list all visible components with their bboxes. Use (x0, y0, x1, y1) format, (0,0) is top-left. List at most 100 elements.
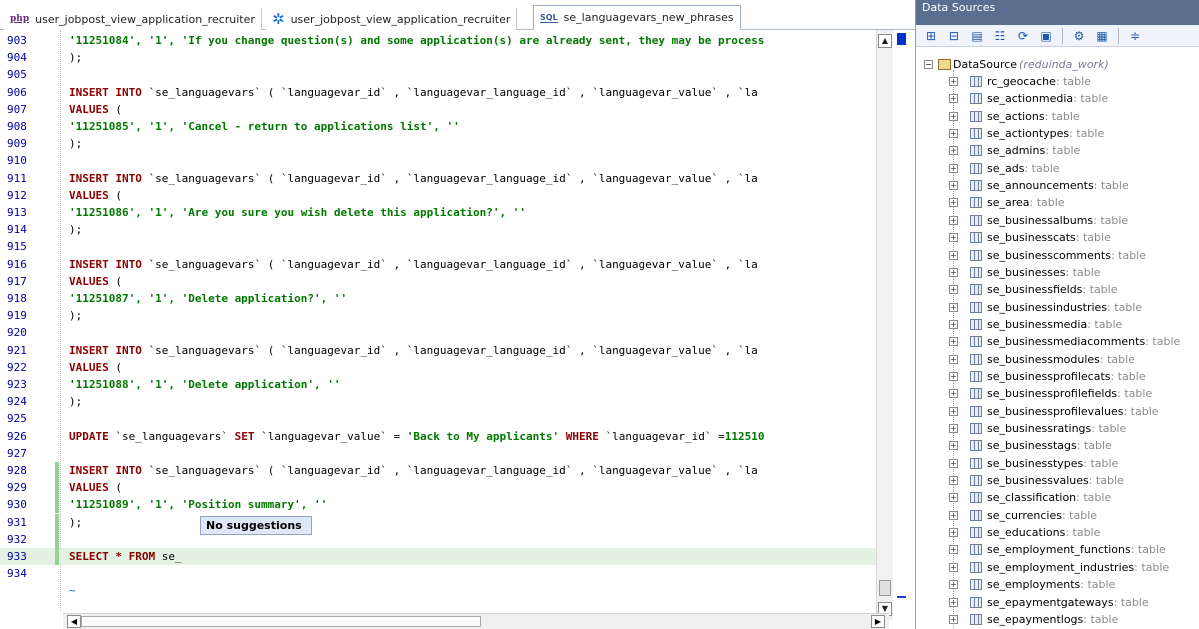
code-line[interactable]: 931); (0, 513, 880, 531)
expand-icon[interactable]: + (949, 250, 958, 260)
tree-item-table[interactable]: + se_currencies: table (949, 507, 1097, 524)
expand-icon[interactable]: + (949, 493, 958, 503)
code-line[interactable]: 916 INSERT INTO `se_languagevars` ( `lang… (0, 256, 880, 273)
expand-icon[interactable]: + (949, 302, 958, 312)
tree-item-table[interactable]: + se_businessvalues: table (949, 472, 1124, 489)
tree-item-table[interactable]: + se_businesstags: table (949, 437, 1112, 454)
code-line[interactable]: 905 (0, 66, 880, 83)
code-line[interactable]: 926 UPDATE `se_languagevars` SET `languag… (0, 428, 880, 445)
tree-item-table[interactable]: + se_epaymentlogs: table (949, 611, 1118, 628)
expand-icon[interactable]: + (949, 215, 958, 225)
code-line[interactable]: 903 '11251084', '1', 'If you change quest… (0, 32, 880, 49)
tree-icon[interactable]: ☷ (991, 27, 1009, 45)
tree-item-table[interactable]: + se_businessfields: table (949, 281, 1117, 298)
tree-item-table[interactable]: + se_businessmedia: table (949, 316, 1122, 333)
tree-item-table[interactable]: + se_businesscats: table (949, 229, 1111, 246)
tree-item-table[interactable]: + se_businesstypes: table (949, 455, 1118, 472)
scroll-thumb[interactable] (879, 580, 891, 596)
code-line[interactable]: 921 INSERT INTO `se_languagevars` ( `lang… (0, 342, 880, 359)
tree-item-table[interactable]: + se_classification: table (949, 489, 1111, 506)
expand-icon[interactable]: + (949, 337, 958, 347)
scroll-thumb[interactable] (81, 616, 481, 627)
tree-item-table[interactable]: + se_businesscomments: table (949, 247, 1146, 264)
tree-item-table[interactable]: + rc_geocache: table (949, 73, 1091, 90)
code-line[interactable]: 922 VALUES ( (0, 359, 880, 376)
tree-item-table[interactable]: + se_businessprofilefields: table (949, 385, 1152, 402)
tree-item-table[interactable]: + se_actionmedia: table (949, 90, 1108, 107)
expand-icon[interactable]: + (949, 285, 958, 295)
code-line[interactable]: 908 '11251085', '1', 'Cancel - return to … (0, 118, 880, 135)
editor-horizontal-scrollbar[interactable]: ◀ ▶ (63, 613, 889, 629)
split-icon[interactable]: ≑ (1126, 27, 1144, 45)
tree-item-table[interactable]: + se_actiontypes: table (949, 125, 1104, 142)
properties-icon[interactable]: ▤ (968, 27, 986, 45)
code-line[interactable]: 924); (0, 393, 880, 410)
expand-icon[interactable]: + (949, 441, 958, 451)
tab-template-file[interactable]: ✲ user_jobpost_view_application_recruite… (266, 8, 518, 30)
code-line[interactable]: 932 (0, 530, 880, 548)
sql-icon[interactable]: ▦ (1093, 27, 1111, 45)
tree-item-table[interactable]: + se_businessmodules: table (949, 351, 1135, 368)
collapse-icon[interactable]: − (924, 59, 933, 69)
expand-icon[interactable]: + (949, 580, 958, 590)
expand-icon[interactable]: + (949, 129, 958, 139)
scroll-left-icon[interactable]: ◀ (67, 615, 81, 628)
code-line[interactable]: 923 '11251088', '1', 'Delete application'… (0, 376, 880, 393)
expand-icon[interactable]: + (949, 111, 958, 121)
expand-icon[interactable]: + (949, 94, 958, 104)
code-line[interactable]: 907 VALUES ( (0, 101, 880, 118)
expand-icon[interactable]: + (949, 406, 958, 416)
tree-item-table[interactable]: + se_area: table (949, 194, 1065, 211)
sql-console-icon[interactable]: ▣ (1037, 27, 1055, 45)
tree-item-table[interactable]: + se_announcements: table (949, 177, 1129, 194)
tree-item-table[interactable]: + se_businessmediacomments: table (949, 333, 1180, 350)
expand-icon[interactable]: + (949, 528, 958, 538)
expand-icon[interactable]: + (949, 424, 958, 433)
tree-item-table[interactable]: + se_employments: table (949, 576, 1115, 593)
code-line[interactable]: 920 (0, 324, 880, 341)
code-line[interactable]: 917 VALUES ( (0, 273, 880, 290)
code-line[interactable]: 919); (0, 307, 880, 324)
expand-icon[interactable]: + (949, 476, 958, 486)
expand-icon[interactable]: + (949, 146, 958, 156)
code-line[interactable]: 929 VALUES ( (0, 479, 880, 497)
autocomplete-popup[interactable]: No suggestions (200, 516, 312, 535)
tree-item-table[interactable]: + se_businessratings: table (949, 420, 1126, 437)
tree-item-table[interactable]: + se_epaymentgateways: table (949, 594, 1149, 611)
code-line[interactable]: 912 VALUES ( (0, 187, 880, 204)
expand-icon[interactable]: + (949, 389, 958, 399)
expand-icon[interactable]: + (949, 181, 958, 191)
tree-root-datasource[interactable]: − DataSource (reduinda_work) (924, 56, 1109, 72)
code-line[interactable]: 918 '11251087', '1', 'Delete application?… (0, 290, 880, 307)
code-line[interactable]: 928 INSERT INTO `se_languagevars` ( `lang… (0, 462, 880, 479)
code-editor[interactable]: 903 '11251084', '1', 'If you change quest… (0, 30, 893, 610)
tab-sql-file[interactable]: SQL se_languagevars_new_phrases (533, 5, 741, 30)
code-line[interactable]: 914); (0, 221, 880, 238)
code-line[interactable]: 915 (0, 238, 880, 255)
expand-icon[interactable]: + (949, 562, 958, 572)
error-stripe-marker[interactable] (897, 33, 906, 45)
tree-item-table[interactable]: + se_businesses: table (949, 264, 1101, 281)
tab-php-file[interactable]: php user_jobpost_view_application_recrui… (4, 8, 262, 30)
expand-icon[interactable]: + (949, 371, 958, 381)
code-line[interactable]: 910 (0, 152, 880, 169)
expand-icon[interactable]: + (949, 163, 958, 173)
expand-icon[interactable]: + (949, 545, 958, 555)
code-line[interactable]: 930 '11251089', '1', 'Position summary', … (0, 496, 880, 514)
tree-item-table[interactable]: + se_businessprofilevalues: table (949, 403, 1159, 420)
expand-icon[interactable]: + (949, 597, 958, 607)
tree-item-table[interactable]: + se_employment_functions: table (949, 541, 1166, 558)
code-line[interactable]: 934 (0, 565, 880, 582)
expand-icon[interactable]: + (949, 510, 958, 520)
expand-icon[interactable]: + (949, 267, 958, 277)
expand-icon[interactable]: + (949, 614, 958, 624)
tree-item-table[interactable]: + se_employment_industries: table (949, 559, 1169, 576)
scroll-right-icon[interactable]: ▶ (871, 615, 885, 628)
expand-icon[interactable]: + (949, 354, 958, 364)
expand-icon[interactable]: + (949, 198, 958, 208)
code-line[interactable]: 913 '11251086', '1', 'Are you sure you wi… (0, 204, 880, 221)
code-line[interactable]: 904); (0, 49, 880, 66)
tree-item-table[interactable]: + se_educations: table (949, 524, 1100, 541)
remove-icon[interactable]: ⊟ (945, 27, 963, 45)
expand-icon[interactable]: + (949, 319, 958, 329)
